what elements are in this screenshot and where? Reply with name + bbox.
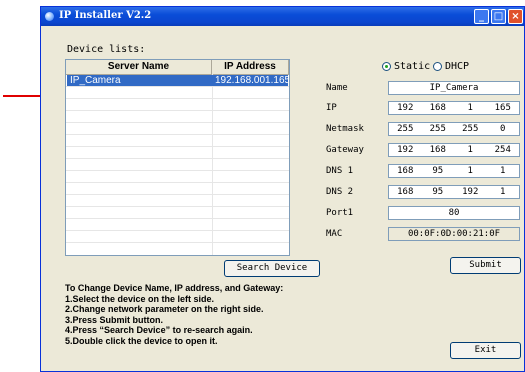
title-bar[interactable]: IP Installer V2.2 _ □ × bbox=[41, 7, 524, 26]
device-list-label: Device lists: bbox=[67, 44, 146, 55]
device-row-ip-camera[interactable]: IP_Camera 192.168.001.165 bbox=[67, 75, 288, 86]
gateway-octet[interactable]: 1 bbox=[454, 144, 487, 156]
instructions-heading: To Change Device Name, IP address, and G… bbox=[65, 283, 284, 293]
row-grid-line bbox=[66, 242, 289, 243]
close-button[interactable]: × bbox=[508, 9, 523, 24]
row-grid-line bbox=[66, 230, 289, 231]
dns1-octet[interactable]: 168 bbox=[389, 165, 422, 177]
ip-octet[interactable]: 1 bbox=[454, 102, 487, 114]
static-radio-label[interactable]: Static bbox=[394, 61, 430, 72]
gateway-octet[interactable]: 168 bbox=[422, 144, 455, 156]
device-list-header: Server Name IP Address bbox=[66, 60, 289, 75]
ip-installer-window: IP Installer V2.2 _ □ × Device lists: Se… bbox=[40, 6, 525, 372]
row-grid-line bbox=[66, 134, 289, 135]
gateway-octet[interactable]: 254 bbox=[487, 144, 520, 156]
port-label: Port1 bbox=[326, 208, 354, 218]
ip-octet[interactable]: 168 bbox=[422, 102, 455, 114]
dns1-octet[interactable]: 95 bbox=[422, 165, 455, 177]
instruction-step: 4.Press “Search Device” to re-search aga… bbox=[65, 325, 253, 335]
dns1-octet[interactable]: 1 bbox=[487, 165, 520, 177]
row-grid-line bbox=[66, 170, 289, 171]
gateway-input[interactable]: 192 168 1 254 bbox=[388, 143, 520, 157]
instruction-step: 3.Press Submit button. bbox=[65, 314, 164, 325]
gateway-octet[interactable]: 192 bbox=[389, 144, 422, 156]
minimize-button[interactable]: _ bbox=[474, 9, 489, 24]
row-grid-line bbox=[66, 194, 289, 195]
dns1-octet[interactable]: 1 bbox=[454, 165, 487, 177]
gateway-label: Gateway bbox=[326, 145, 364, 155]
ip-octet[interactable]: 165 bbox=[487, 102, 520, 114]
netmask-input[interactable]: 255 255 255 0 bbox=[388, 122, 520, 136]
app-icon bbox=[45, 12, 54, 21]
window-title: IP Installer V2.2 bbox=[59, 10, 152, 21]
instruction-step: 2.Change network parameter on the right … bbox=[65, 304, 264, 314]
dns2-octet[interactable]: 1 bbox=[487, 186, 520, 198]
device-list[interactable]: Server Name IP Address IP_Camera 192.168… bbox=[65, 59, 290, 256]
row-grid-line bbox=[66, 146, 289, 147]
static-radio[interactable] bbox=[382, 62, 391, 71]
dhcp-radio[interactable] bbox=[433, 62, 442, 71]
dns2-label: DNS 2 bbox=[326, 187, 354, 197]
ip-input[interactable]: 192 168 1 165 bbox=[388, 101, 520, 115]
row-grid-line bbox=[66, 218, 289, 219]
mac-label: MAC bbox=[326, 229, 343, 239]
exit-button[interactable]: Exit bbox=[450, 342, 521, 359]
column-header-ip-address[interactable]: IP Address bbox=[212, 60, 289, 74]
search-device-button[interactable]: Search Device bbox=[224, 260, 320, 277]
netmask-octet[interactable]: 255 bbox=[389, 123, 422, 135]
column-divider bbox=[212, 74, 213, 255]
netmask-octet[interactable]: 0 bbox=[487, 123, 520, 135]
row-grid-line bbox=[66, 86, 289, 87]
device-ip-cell: 192.168.001.165 bbox=[215, 75, 288, 86]
netmask-label: Netmask bbox=[326, 124, 364, 134]
maximize-button[interactable]: □ bbox=[491, 9, 506, 24]
dhcp-radio-label[interactable]: DHCP bbox=[445, 61, 469, 72]
netmask-octet[interactable]: 255 bbox=[454, 123, 487, 135]
netmask-octet[interactable]: 255 bbox=[422, 123, 455, 135]
device-name-cell: IP_Camera bbox=[70, 75, 121, 86]
dns2-octet[interactable]: 95 bbox=[422, 186, 455, 198]
ip-label: IP bbox=[326, 103, 337, 113]
name-input[interactable]: IP_Camera bbox=[388, 81, 520, 95]
dns2-octet[interactable]: 168 bbox=[389, 186, 422, 198]
mac-field: 00:0F:0D:00:21:0F bbox=[388, 227, 520, 241]
submit-button[interactable]: Submit bbox=[450, 257, 521, 274]
ip-octet[interactable]: 192 bbox=[389, 102, 422, 114]
row-grid-line bbox=[66, 110, 289, 111]
dns1-label: DNS 1 bbox=[326, 166, 354, 176]
dns2-input[interactable]: 168 95 192 1 bbox=[388, 185, 520, 199]
port-input[interactable]: 80 bbox=[388, 206, 520, 220]
instruction-step: 5.Double click the device to open it. bbox=[65, 335, 218, 346]
row-grid-line bbox=[66, 158, 289, 159]
row-grid-line bbox=[66, 122, 289, 123]
row-grid-line bbox=[66, 182, 289, 183]
column-header-server-name[interactable]: Server Name bbox=[66, 60, 212, 74]
dns2-octet[interactable]: 192 bbox=[454, 186, 487, 198]
name-label: Name bbox=[326, 83, 348, 93]
instruction-step: 1.Select the device on the left side. bbox=[65, 293, 215, 304]
dns1-input[interactable]: 168 95 1 1 bbox=[388, 164, 520, 178]
instructions: To Change Device Name, IP address, and G… bbox=[65, 283, 365, 346]
row-grid-line bbox=[66, 98, 289, 99]
row-grid-line bbox=[66, 206, 289, 207]
